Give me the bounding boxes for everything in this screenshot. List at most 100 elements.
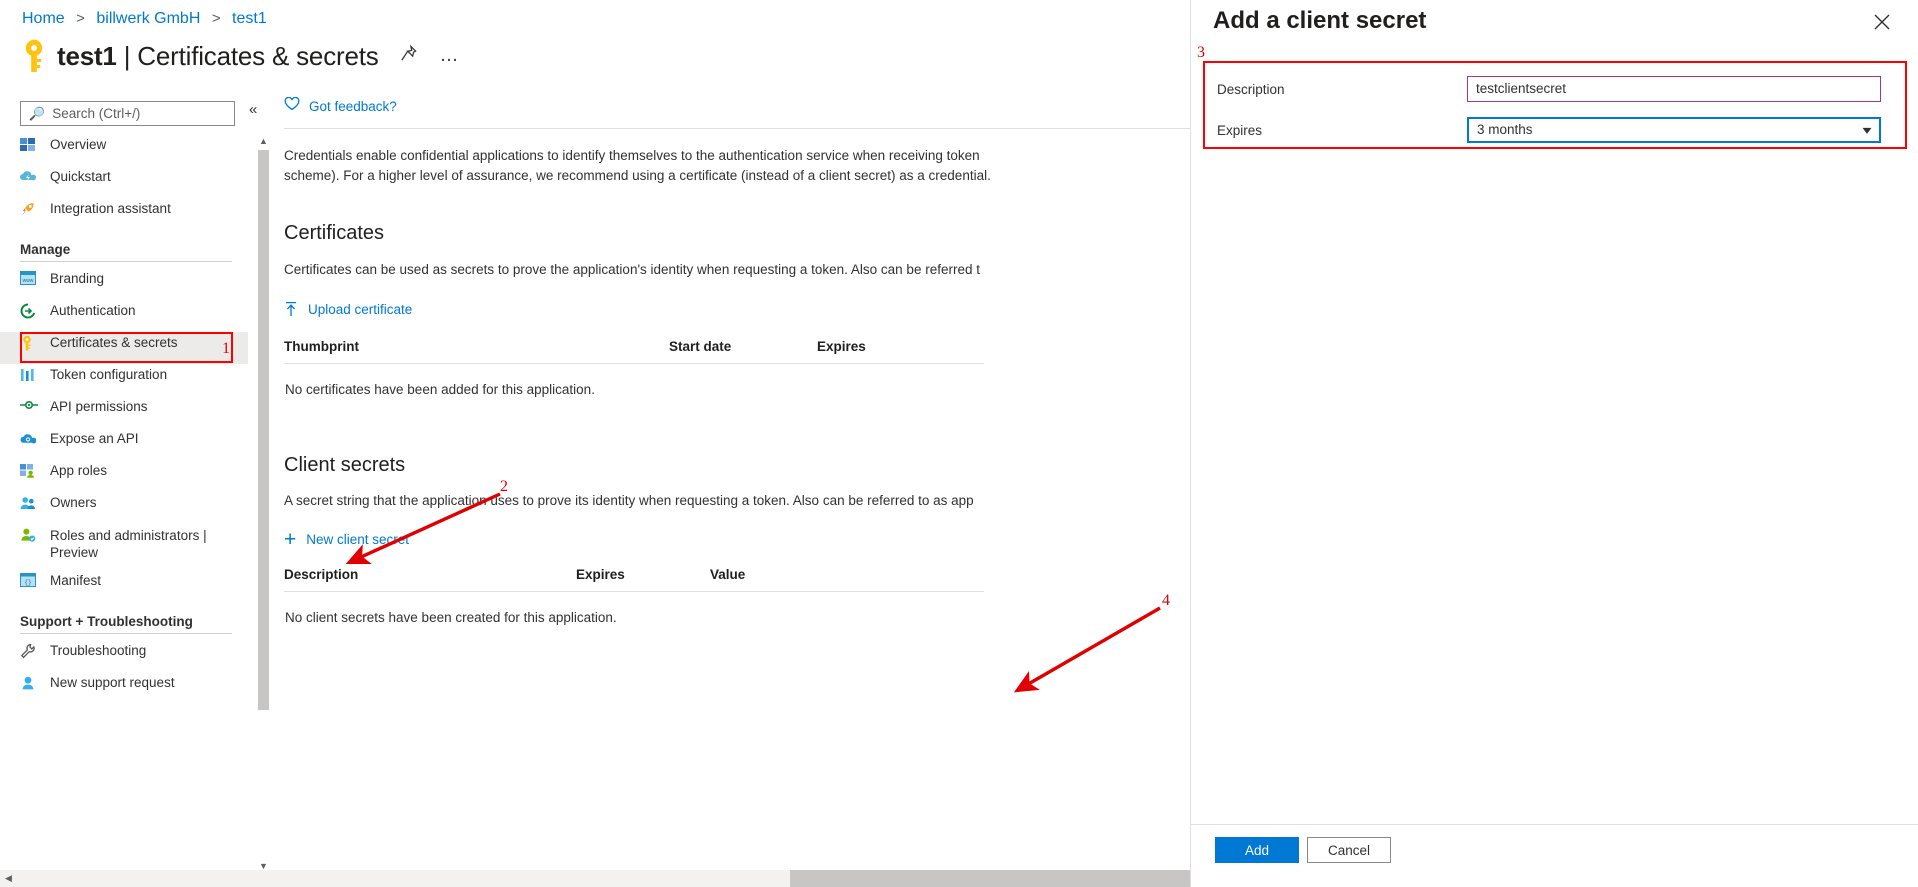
sidebar-item-troubleshooting[interactable]: Troubleshooting (0, 640, 248, 672)
horizontal-scrollbar[interactable]: ◀ (0, 870, 1190, 887)
overview-icon (20, 137, 42, 153)
search-input[interactable]: 🔍 Search (Ctrl+/) (20, 101, 235, 126)
client-secrets-table: Description Expires Value No client secr… (284, 567, 984, 626)
pin-icon[interactable] (399, 43, 418, 69)
sidebar-item-integration-assistant[interactable]: Integration assistant (0, 198, 248, 230)
breadcrumb-item-tenant[interactable]: billwerk GmbH (96, 10, 200, 27)
branding-icon: www (20, 271, 42, 287)
add-button[interactable]: Add (1215, 837, 1299, 863)
more-options-icon[interactable]: … (440, 45, 460, 67)
expires-field-row: Expires 3 months ▾ (1205, 114, 1905, 146)
column-expires[interactable]: Expires (817, 338, 984, 364)
panel-title: Add a client secret (1213, 7, 1427, 34)
description-value: testclientsecret (1476, 81, 1567, 96)
sidebar-nav: Overview Quickstart Integration assistan… (0, 134, 248, 874)
scrollbar-thumb[interactable] (258, 150, 269, 710)
manifest-icon: {} (20, 573, 42, 589)
upload-certificate-label: Upload certificate (308, 302, 413, 318)
sidebar-item-label: Owners (50, 495, 97, 510)
sidebar-item-authentication[interactable]: Authentication (0, 300, 248, 332)
sidebar-item-label: Quickstart (50, 169, 111, 184)
sidebar-item-label: Expose an API (50, 431, 139, 446)
breadcrumb-item-home[interactable]: Home (22, 10, 65, 27)
upload-certificate-button[interactable]: Upload certificate (284, 301, 412, 319)
plus-icon: + (284, 527, 297, 551)
sidebar-item-label: Roles and administrators | Preview (50, 528, 207, 560)
breadcrumb-item-app[interactable]: test1 (232, 10, 267, 27)
sidebar-item-api-permissions[interactable]: API permissions (0, 396, 248, 428)
sidebar-item-owners[interactable]: Owners (0, 492, 248, 524)
sidebar-item-label: Manifest (50, 573, 102, 588)
key-icon (20, 38, 48, 74)
client-secrets-heading: Client secrets (284, 453, 406, 476)
got-feedback-link[interactable]: Got feedback? (284, 95, 1190, 117)
table-header-row: Description Expires Value (284, 567, 984, 593)
description-field-row: Description testclientsecret (1205, 73, 1905, 105)
portal-main-area: Home > billwerk GmbH > test1 test1 | Cer… (0, 0, 1190, 887)
sidebar-item-expose-an-api[interactable]: Expose an API (0, 428, 248, 460)
sidebar-item-label: Token configuration (50, 367, 168, 382)
api-permissions-icon (20, 399, 42, 415)
roles-admin-icon (20, 527, 42, 543)
search-icon: 🔍 (29, 105, 46, 121)
certificates-empty-text: No certificates have been added for this… (285, 381, 595, 397)
expires-label: Expires (1217, 122, 1263, 138)
sidebar-item-label: Overview (50, 137, 107, 152)
expires-value: 3 months (1477, 122, 1533, 137)
svg-text:www: www (23, 278, 34, 284)
sidebar-group-support: Support + Troubleshooting (20, 614, 193, 629)
quickstart-icon (20, 169, 42, 185)
description-input[interactable]: testclientsecret (1467, 76, 1881, 102)
column-description[interactable]: Description (284, 567, 576, 593)
page-title-app: test1 (57, 40, 117, 71)
sidebar-item-token-configuration[interactable]: Token configuration (0, 364, 248, 396)
column-value[interactable]: Value (710, 567, 984, 593)
upload-icon (284, 301, 298, 319)
table-row-empty: No certificates have been added for this… (284, 363, 984, 398)
token-icon (20, 367, 42, 383)
scroll-up-icon[interactable]: ▲ (256, 134, 271, 149)
page-title-row: test1 | Certificates & secrets … (20, 36, 460, 76)
column-expires[interactable]: Expires (576, 567, 710, 593)
annotation-highlight-fields: Description testclientsecret Expires 3 m… (1203, 61, 1907, 149)
new-client-secret-label: New client secret (306, 532, 410, 548)
new-client-secret-button[interactable]: + New client secret (284, 527, 410, 551)
owners-icon (20, 495, 42, 511)
sidebar-item-overview[interactable]: Overview (0, 134, 248, 166)
search-placeholder: Search (Ctrl+/) (52, 106, 141, 121)
sidebar-group-manage: Manage (20, 242, 71, 257)
collapse-sidebar-button[interactable]: « (249, 101, 257, 118)
horizontal-scrollbar-thumb[interactable] (790, 870, 1190, 887)
sidebar-item-app-roles[interactable]: App roles (0, 460, 248, 492)
cancel-button[interactable]: Cancel (1307, 837, 1391, 863)
rocket-icon (20, 201, 42, 217)
table-header-row: Thumbprint Start date Expires (284, 338, 984, 364)
client-secrets-empty-text: No client secrets have been created for … (285, 610, 617, 626)
expose-api-icon (20, 431, 42, 447)
column-thumbprint[interactable]: Thumbprint (284, 338, 669, 364)
breadcrumb: Home > billwerk GmbH > test1 (22, 10, 267, 28)
sidebar-item-label: Troubleshooting (50, 643, 147, 658)
sidebar-item-certificates-and-secrets[interactable]: Certificates & secrets (0, 332, 248, 364)
sidebar-item-branding[interactable]: www Branding (0, 268, 248, 300)
expires-dropdown[interactable]: 3 months ▾ (1467, 117, 1881, 143)
breadcrumb-separator: > (211, 10, 221, 27)
azure-portal-screen: Home > billwerk GmbH > test1 test1 | Cer… (0, 0, 1918, 887)
column-start-date[interactable]: Start date (669, 338, 817, 364)
sidebar-item-label: New support request (50, 675, 175, 690)
app-roles-icon (20, 463, 42, 479)
sidebar-scrollbar[interactable]: ▲ ▼ (256, 134, 271, 874)
certificates-description: Certificates can be used as secrets to p… (284, 261, 980, 277)
sidebar-item-manifest[interactable]: {} Manifest (0, 570, 248, 602)
credentials-intro-line2: scheme). For a higher level of assurance… (284, 168, 991, 183)
credentials-intro-line1: Credentials enable confidential applicat… (284, 148, 980, 163)
sidebar-item-quickstart[interactable]: Quickstart (0, 166, 248, 198)
panel-footer-divider (1191, 824, 1918, 825)
add-client-secret-panel: Add a client secret Description testclie… (1190, 0, 1918, 887)
breadcrumb-separator: > (76, 10, 85, 27)
scroll-left-icon[interactable]: ◀ (0, 870, 17, 887)
authentication-icon (20, 303, 42, 319)
sidebar-item-roles-and-administrators[interactable]: Roles and administrators | Preview (0, 524, 248, 570)
sidebar-item-new-support-request[interactable]: New support request (0, 672, 248, 704)
close-icon[interactable] (1873, 13, 1891, 35)
